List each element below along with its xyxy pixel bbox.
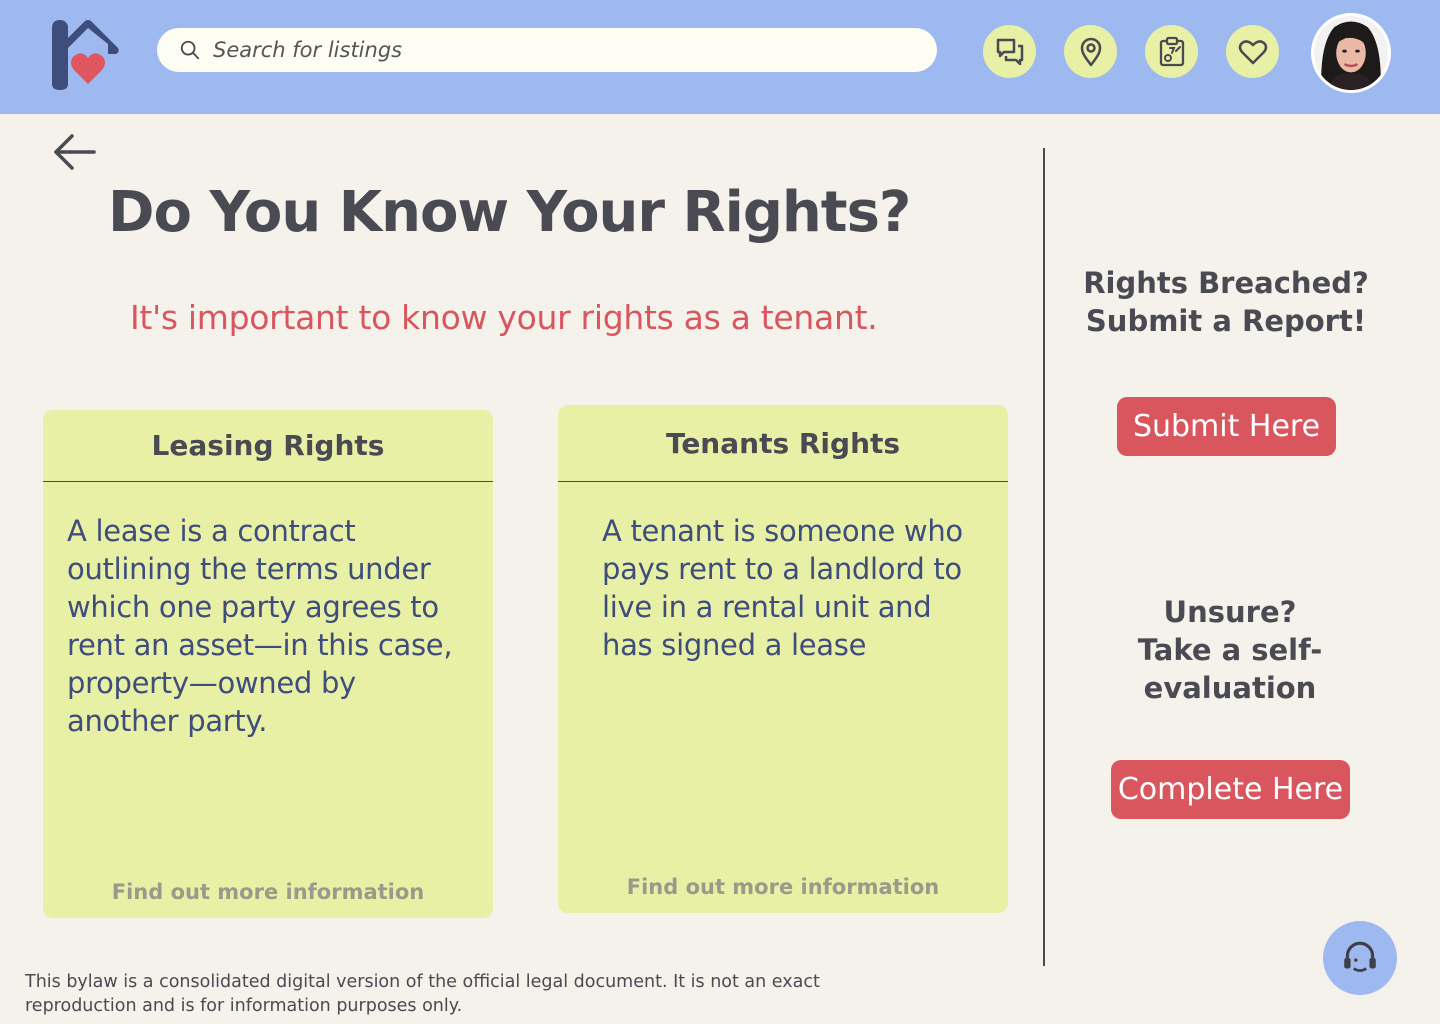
page-subtitle: It's important to know your rights as a … — [130, 298, 878, 337]
tenants-rights-card: Tenants Rights A tenant is someone who p… — [558, 405, 1008, 913]
find-more-link[interactable]: Find out more information — [558, 875, 1008, 899]
card-body: A tenant is someone who pays rent to a l… — [602, 514, 963, 662]
vertical-divider — [1043, 148, 1045, 966]
messages-icon — [996, 38, 1023, 65]
messages-button[interactable] — [983, 25, 1036, 78]
complete-evaluation-button[interactable]: Complete Here — [1111, 760, 1350, 819]
location-button[interactable] — [1064, 25, 1117, 78]
location-pin-icon — [1080, 37, 1101, 66]
submit-report-button[interactable]: Submit Here — [1117, 397, 1336, 456]
search-icon — [180, 40, 200, 60]
legal-disclaimer: This bylaw is a consolidated digital ver… — [25, 972, 820, 1016]
self-evaluation-heading: Unsure? Take a self-evaluation — [1137, 595, 1323, 705]
avatar-image — [1314, 16, 1388, 90]
support-chat-button[interactable] — [1323, 921, 1397, 995]
heart-icon — [1238, 39, 1267, 64]
search-bar[interactable] — [157, 28, 937, 72]
top-header — [0, 0, 1440, 114]
headset-support-icon — [1344, 941, 1376, 972]
applications-button[interactable] — [1145, 25, 1198, 78]
card-title: Tenants Rights — [558, 405, 1008, 482]
report-heading: Rights Breached? Submit a Report! — [1083, 266, 1369, 338]
favorites-button[interactable] — [1226, 25, 1279, 78]
back-arrow-icon[interactable] — [50, 130, 98, 176]
card-body: A lease is a contract outlining the term… — [67, 514, 453, 738]
search-input[interactable] — [213, 38, 913, 62]
clipboard-map-icon — [1159, 36, 1184, 66]
card-title: Leasing Rights — [43, 410, 493, 482]
app-logo-icon[interactable] — [46, 14, 122, 90]
user-avatar[interactable] — [1311, 13, 1391, 93]
page-title: Do You Know Your Rights? — [108, 180, 911, 245]
find-more-link[interactable]: Find out more information — [43, 880, 493, 904]
leasing-rights-card: Leasing Rights A lease is a contract out… — [43, 410, 493, 918]
